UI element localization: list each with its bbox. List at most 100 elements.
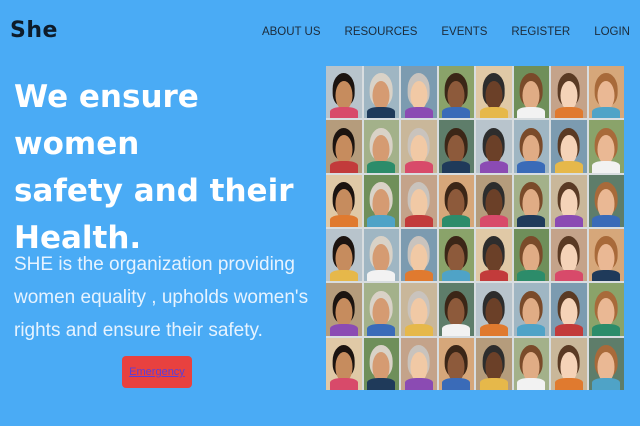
portrait-face: [372, 189, 390, 219]
portrait-photo: [588, 174, 624, 227]
nav-resources[interactable]: RESOURCES: [345, 26, 418, 38]
portrait-face: [560, 297, 578, 328]
description-line-3: rights and ensure their safety.: [14, 320, 263, 341]
portrait-face: [335, 189, 353, 219]
portrait-face: [447, 297, 465, 328]
portrait-shirt: [592, 269, 621, 282]
portrait-photo: [513, 174, 549, 227]
portrait-face: [522, 189, 540, 219]
portrait-shirt: [329, 215, 358, 227]
nav-about-us[interactable]: ABOUT US: [262, 26, 321, 38]
portrait-face: [447, 134, 465, 165]
portrait-shirt: [592, 161, 621, 173]
portrait-photo: [363, 120, 399, 173]
portrait-face: [410, 243, 428, 273]
portrait-shirt: [554, 324, 583, 336]
portrait-face: [447, 80, 465, 110]
portrait-photo: [551, 228, 587, 282]
portrait-photo: [588, 337, 624, 390]
portrait-shirt: [517, 106, 546, 119]
portrait-photo: [438, 66, 474, 119]
portrait-photo: [401, 120, 437, 173]
nav-login[interactable]: LOGIN: [594, 26, 630, 38]
portrait-photo: [476, 174, 512, 227]
portrait-face: [485, 243, 503, 273]
portrait-face: [335, 352, 353, 382]
portrait-shirt: [554, 269, 583, 282]
portrait-shirt: [517, 269, 546, 282]
portrait-shirt: [592, 378, 621, 390]
top-nav: ABOUT US RESOURCES EVENTS REGISTER LOGIN: [262, 26, 630, 38]
site-logo[interactable]: She: [10, 18, 58, 43]
portrait-photo: [476, 66, 512, 119]
portrait-shirt: [442, 161, 471, 173]
portrait-photo: [551, 174, 587, 227]
portrait-photo: [326, 228, 362, 282]
portrait-face: [522, 297, 540, 328]
emergency-button-label: Emergency: [129, 366, 185, 378]
portrait-shirt: [554, 161, 583, 173]
portrait-shirt: [329, 378, 358, 390]
portrait-shirt: [404, 215, 433, 227]
portrait-face: [597, 80, 615, 110]
portrait-face: [372, 243, 390, 273]
emergency-button[interactable]: Emergency: [122, 356, 192, 388]
portrait-shirt: [367, 269, 396, 282]
portrait-photo: [588, 120, 624, 173]
portrait-face: [522, 134, 540, 165]
portrait-face: [485, 134, 503, 165]
portrait-face: [522, 352, 540, 382]
portrait-photo: [401, 337, 437, 390]
portrait-shirt: [517, 324, 546, 336]
portrait-face: [410, 189, 428, 219]
portrait-shirt: [517, 161, 546, 173]
portrait-photo: [438, 174, 474, 227]
portrait-shirt: [329, 269, 358, 282]
portrait-photo: [401, 66, 437, 119]
portrait-shirt: [592, 106, 621, 119]
portrait-shirt: [404, 269, 433, 282]
portrait-photo: [476, 283, 512, 336]
portrait-face: [447, 243, 465, 273]
portrait-photo: [363, 66, 399, 119]
portrait-shirt: [554, 106, 583, 119]
portrait-shirt: [517, 378, 546, 390]
portrait-shirt: [592, 215, 621, 227]
portrait-photo: [326, 283, 362, 336]
nav-events[interactable]: EVENTS: [441, 26, 487, 38]
portrait-shirt: [442, 215, 471, 227]
portrait-face: [335, 134, 353, 165]
portrait-shirt: [404, 324, 433, 336]
portrait-shirt: [329, 324, 358, 336]
portrait-face: [597, 189, 615, 219]
portrait-face: [485, 297, 503, 328]
portrait-shirt: [367, 106, 396, 119]
description-line-2: women equality , upholds women's: [14, 287, 309, 308]
portrait-photo: [401, 174, 437, 227]
portrait-photo: [551, 66, 587, 119]
portrait-photo: [476, 228, 512, 282]
portrait-face: [335, 243, 353, 273]
portrait-collage: [326, 66, 624, 390]
portrait-face: [560, 134, 578, 165]
portrait-photo: [438, 120, 474, 173]
portrait-photo: [551, 337, 587, 390]
portrait-shirt: [479, 106, 508, 119]
portrait-photo: [513, 120, 549, 173]
portrait-shirt: [404, 378, 433, 390]
portrait-photo: [401, 283, 437, 336]
portrait-shirt: [367, 161, 396, 173]
portrait-shirt: [442, 106, 471, 119]
portrait-photo: [551, 120, 587, 173]
portrait-photo: [401, 228, 437, 282]
portrait-face: [335, 297, 353, 328]
portrait-shirt: [442, 378, 471, 390]
portrait-photo: [363, 283, 399, 336]
portrait-face: [410, 352, 428, 382]
hero-headline: We ensure women safety and their Health.: [14, 74, 314, 262]
portrait-photo: [588, 283, 624, 336]
portrait-face: [560, 352, 578, 382]
headline-line-1: We ensure women: [14, 79, 199, 162]
description-line-1: SHE is the organization providing: [14, 254, 295, 275]
nav-register[interactable]: REGISTER: [511, 26, 570, 38]
